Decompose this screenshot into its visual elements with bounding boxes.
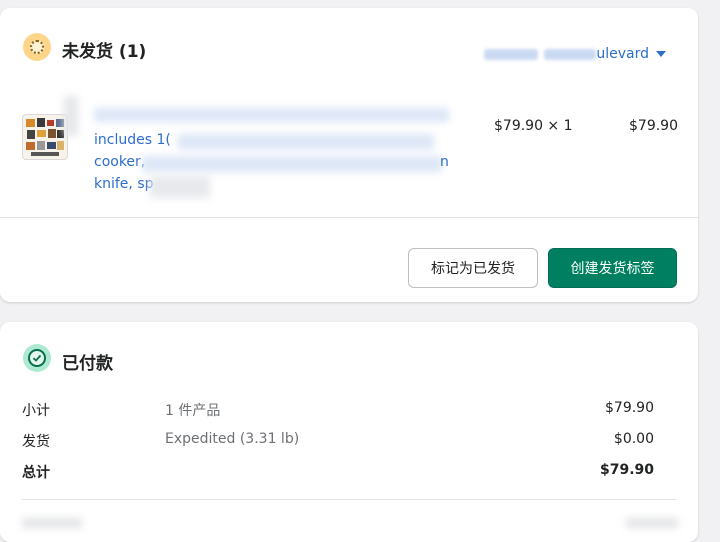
product-title-redacted (94, 108, 449, 122)
paid-title: 已付款 (62, 354, 113, 374)
redacted-area (142, 156, 442, 172)
paid-check-icon (23, 344, 51, 372)
subtotal-amount: $79.90 (605, 400, 654, 416)
redacted-area (626, 518, 678, 528)
redacted-area (64, 96, 78, 136)
location-name: ulevard (596, 46, 649, 62)
unfulfilled-card: 未发货 (1) ulevard includes 1( cooker, n kn… (0, 8, 698, 302)
create-shipping-label-button[interactable]: 创建发货标签 (548, 248, 677, 288)
paid-card: 已付款 小计 1 件产品 $79.90 发货 Expedited (3.31 l… (0, 322, 698, 542)
line-total: $79.90 (629, 118, 678, 134)
total-label: 总计 (22, 465, 50, 481)
subtotal-desc: 1 件产品 (165, 403, 221, 419)
shipping-amount: $0.00 (613, 431, 654, 447)
subtotal-label: 小计 (22, 403, 50, 419)
redacted-area (178, 134, 434, 150)
redacted-area (150, 176, 210, 198)
total-amount: $79.90 (599, 462, 654, 478)
mark-as-fulfilled-button[interactable]: 标记为已发货 (408, 248, 538, 288)
location-redacted (544, 48, 597, 60)
product-description-line2[interactable]: cooker, (94, 154, 145, 170)
divider (22, 499, 676, 500)
shipping-label: 发货 (22, 434, 50, 450)
chevron-down-icon (656, 51, 666, 57)
location-redacted (484, 48, 539, 60)
unfulfilled-status-icon (23, 33, 51, 61)
product-description-line1[interactable]: includes 1( (94, 132, 171, 148)
product-description-line2-tail[interactable]: n (440, 154, 449, 170)
unit-price-quantity: $79.90 × 1 (494, 118, 573, 134)
product-thumbnail[interactable] (22, 114, 68, 160)
divider (0, 217, 698, 218)
shipping-desc: Expedited (3.31 lb) (165, 431, 300, 447)
redacted-area (22, 518, 82, 528)
unfulfilled-title: 未发货 (1) (62, 42, 147, 62)
product-description-line3[interactable]: knife, sp (94, 176, 154, 192)
location-selector[interactable]: ulevard (484, 46, 666, 62)
